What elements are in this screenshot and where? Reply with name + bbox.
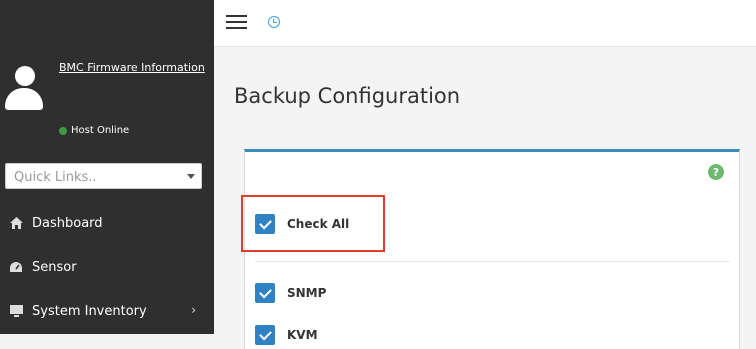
help-icon[interactable]: ? [708,164,724,180]
sidebar-item-dashboard[interactable]: Dashboard [0,208,214,238]
host-status: Host Online [59,125,129,136]
clock-icon[interactable] [268,16,280,28]
quick-links-input[interactable] [12,165,186,189]
sidebar-item-label: Sensor [32,259,77,275]
option-label: KVM [287,328,318,342]
host-status-label: Host Online [71,125,130,136]
sidebar-item-system-inventory[interactable]: System Inventory › [0,296,214,326]
snmp-checkbox[interactable] [255,283,275,303]
check-all-row[interactable]: Check All [255,214,349,234]
option-row-snmp[interactable]: SNMP [255,283,326,303]
bmc-firmware-link[interactable]: BMC Firmware Information [59,61,205,74]
sidebar-item-label: Dashboard [32,215,103,231]
chevron-right-icon: › [191,303,196,317]
check-all-checkbox[interactable] [255,214,275,234]
user-avatar-icon [4,66,44,110]
quick-links-select[interactable] [5,163,202,189]
option-row-kvm[interactable]: KVM [255,325,318,345]
kvm-checkbox[interactable] [255,325,275,345]
divider [255,261,730,262]
home-icon [9,216,23,230]
gauge-icon [9,260,23,274]
menu-toggle-icon[interactable] [226,15,247,30]
check-all-label: Check All [287,217,350,231]
option-label: SNMP [287,286,327,300]
chevron-down-icon[interactable] [187,174,195,179]
monitor-icon [9,304,23,318]
sidebar-item-label: System Inventory [32,303,147,319]
sidebar-item-sensor[interactable]: Sensor [0,252,214,282]
top-bar [214,0,756,47]
sidebar: BMC Firmware Information Host Online Das… [0,0,214,334]
page-title: Backup Configuration [234,84,461,108]
status-dot-icon [59,126,67,135]
